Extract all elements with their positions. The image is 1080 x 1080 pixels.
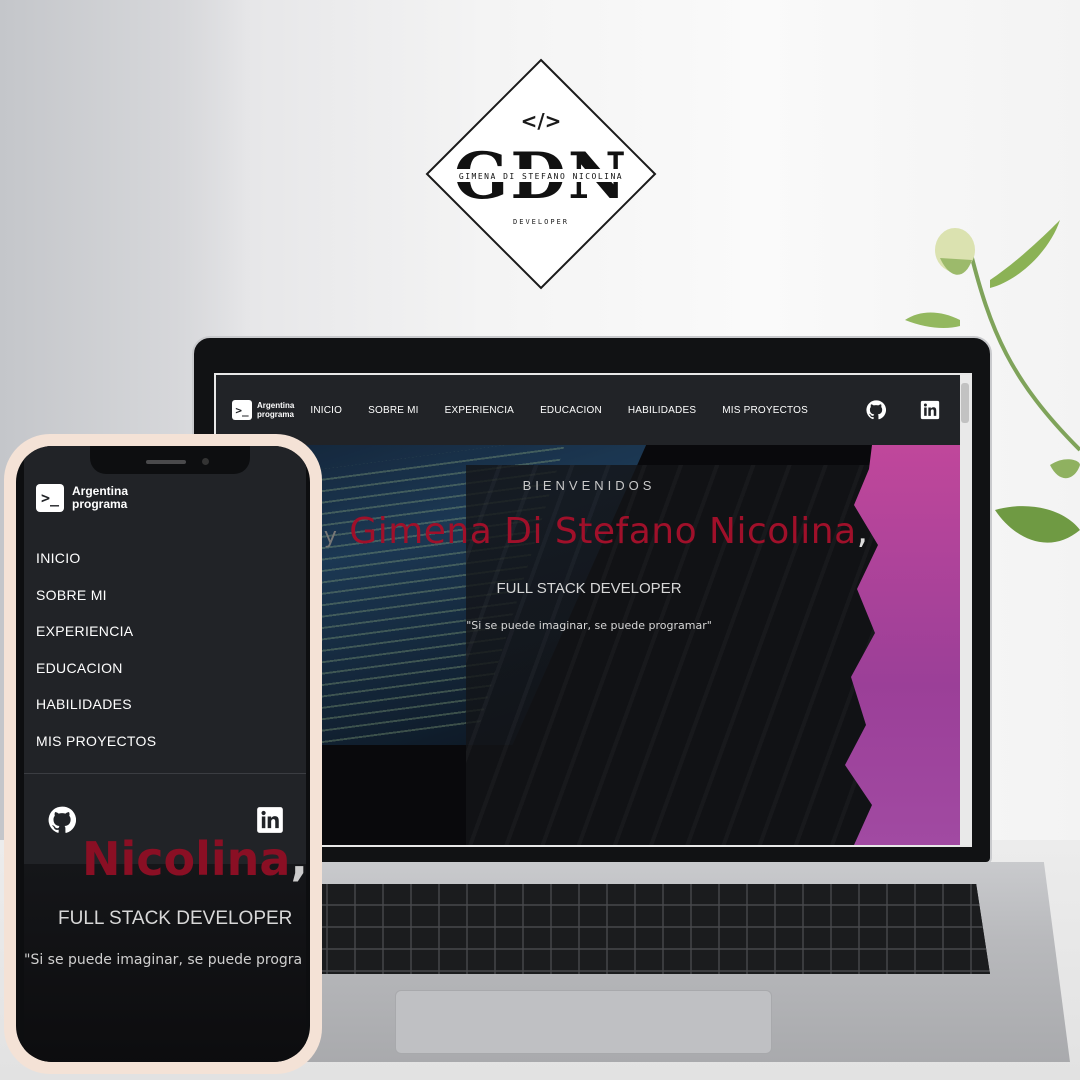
linkedin-icon[interactable] (920, 400, 940, 420)
hero-role: FULL STACK DEVELOPER (496, 580, 682, 597)
logo-subtitle: DEVELOPER (513, 218, 569, 226)
phone-menu-divider (24, 773, 306, 774)
github-icon[interactable] (866, 400, 886, 420)
phone-nav-item-educacion[interactable]: EDUCACION (36, 660, 156, 697)
phone-hero-quote: "Si se puede imaginar, se puede progra (24, 952, 303, 968)
scrollbar-thumb[interactable] (961, 383, 969, 423)
nav-item-inicio[interactable]: INICIO (310, 405, 342, 416)
nav-item-mis-proyectos[interactable]: MIS PROYECTOS (722, 405, 808, 416)
phone-screen: >_ Argentina programa INICIO SOBRE MI EX… (16, 446, 310, 1062)
terminal-prompt-icon: >_ (232, 400, 252, 420)
nav-item-educacion[interactable]: EDUCACION (540, 405, 602, 416)
hero-welcome: BIENVENIDOS (522, 478, 656, 493)
phone-hero-name-fragment: Nicolina (82, 832, 291, 886)
hero-section (216, 445, 962, 845)
phone-nav-item-experiencia[interactable]: EXPERIENCIA (36, 623, 156, 660)
brand-line1: Argentina (257, 401, 295, 410)
phone-notch (90, 446, 250, 474)
nav-item-sobre-mi[interactable]: SOBRE MI (368, 405, 419, 416)
laptop-trackpad (395, 990, 772, 1054)
gdn-logo: </> GDN GIMENA DI STEFANO NICOLINA DEVEL… (425, 58, 657, 290)
phone-mockup: >_ Argentina programa INICIO SOBRE MI EX… (4, 434, 322, 1074)
linkedin-icon[interactable] (256, 806, 284, 834)
hero-comma: , (856, 511, 869, 552)
logo-code-glyph: </> (521, 109, 562, 133)
nav-item-habilidades[interactable]: HABILIDADES (628, 405, 696, 416)
phone-hero-partial: Nicolina, FULL STACK DEVELOPER "Si se pu… (24, 832, 308, 1062)
hero-name: Gimena Di Stefano Nicolina (349, 511, 857, 552)
phone-brand-logo[interactable]: >_ Argentina programa (36, 484, 128, 512)
laptop-keyboard (300, 884, 990, 974)
phone-nav-item-habilidades[interactable]: HABILIDADES (36, 696, 156, 733)
github-icon[interactable] (48, 806, 76, 834)
brand-line2: programa (257, 410, 294, 419)
site-navbar: >_ Argentina programa INICIO SOBRE MI EX… (216, 375, 962, 445)
phone-nav-item-sobre-mi[interactable]: SOBRE MI (36, 587, 156, 624)
laptop-screen: >_ Argentina programa INICIO SOBRE MI EX… (214, 373, 972, 847)
phone-nav-item-mis-proyectos[interactable]: MIS PROYECTOS (36, 733, 156, 770)
logo-full-name: GIMENA DI STEFANO NICOLINA (459, 172, 623, 181)
page-scrollbar[interactable] (960, 375, 970, 845)
phone-nav-menu: >_ Argentina programa INICIO SOBRE MI EX… (24, 446, 306, 864)
hero-quote: "Si se puede imaginar, se puede programa… (466, 619, 712, 632)
phone-brand-line2: programa (72, 497, 128, 511)
nav-item-experiencia[interactable]: EXPERIENCIA (445, 405, 514, 416)
phone-nav-item-inicio[interactable]: INICIO (36, 550, 156, 587)
phone-hero-comma: , (290, 832, 308, 886)
phone-hero-role: FULL STACK DEVELOPER (58, 908, 293, 929)
terminal-prompt-icon: >_ (36, 484, 64, 512)
brand-logo[interactable]: >_ Argentina programa (232, 400, 294, 420)
hero-name-line: by Gimena Di Stefano Nicolina, (216, 511, 962, 552)
